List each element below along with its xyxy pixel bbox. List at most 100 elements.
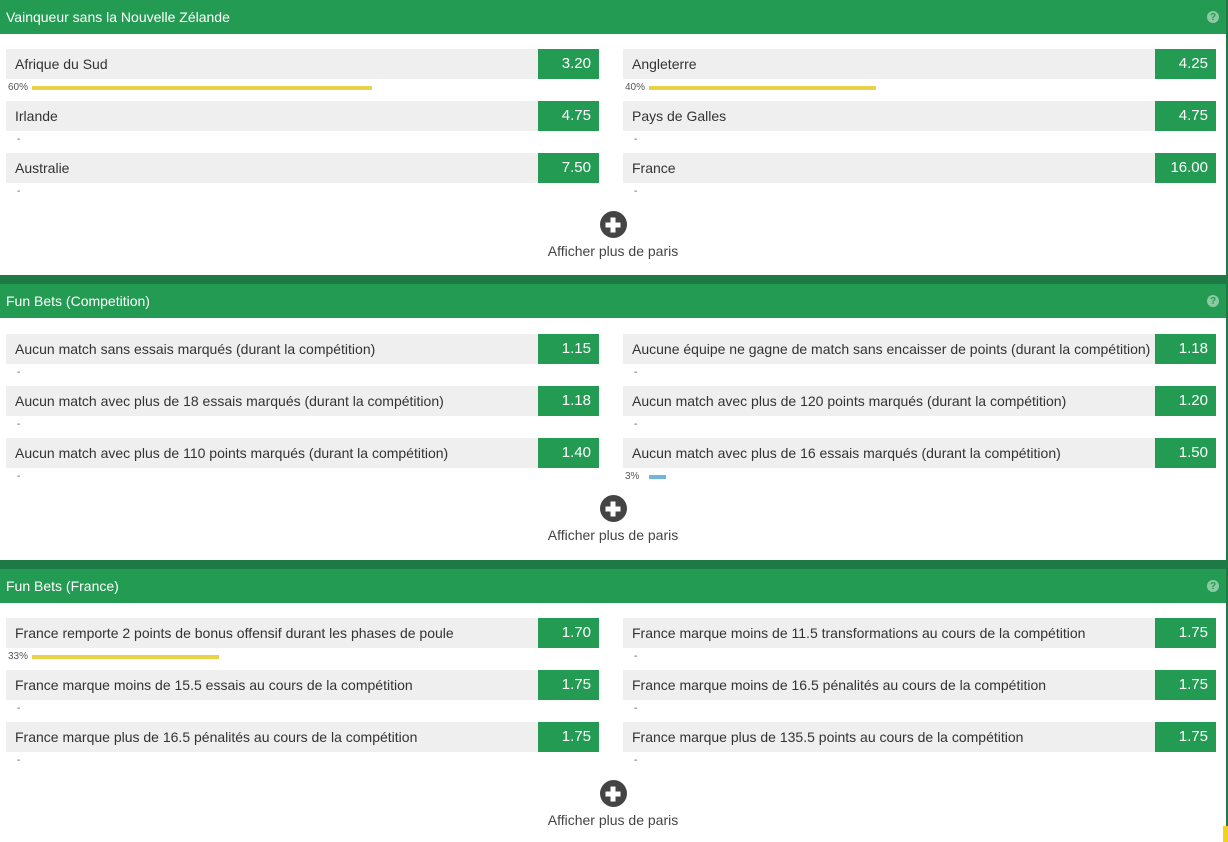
show-more-label[interactable]: Afficher plus de paris: [0, 527, 1226, 543]
bet-selection[interactable]: Aucun match avec plus de 18 essais marqu…: [6, 386, 599, 416]
bet-name: Aucun match avec plus de 18 essais marqu…: [6, 386, 538, 416]
bet-percentage: -: [634, 703, 638, 714]
section-body: Afrique du Sud 3.20 60% Irlande 4.75 - A…: [0, 34, 1226, 275]
odds-button[interactable]: 16.00: [1155, 153, 1216, 183]
odds-button[interactable]: 1.18: [1155, 334, 1216, 364]
bet-name: Aucune équipe ne gagne de match sans enc…: [623, 334, 1155, 364]
plus-circle-icon[interactable]: [599, 211, 627, 238]
odds-button[interactable]: 1.15: [538, 334, 599, 364]
odds-button[interactable]: 1.75: [1155, 722, 1216, 752]
odds-button[interactable]: 4.75: [1155, 101, 1216, 131]
bet-percentage: -: [634, 755, 638, 766]
section-title: Fun Bets (France): [6, 578, 119, 594]
bet-popularity: -: [6, 416, 599, 433]
bet-row: Aucun match avec plus de 110 points marq…: [6, 438, 599, 490]
bet-row: Aucun match avec plus de 18 essais marqu…: [6, 386, 599, 438]
bet-popularity: 33%: [6, 648, 599, 665]
bet-selection[interactable]: Aucun match avec plus de 120 points marq…: [623, 386, 1216, 416]
bet-popularity: -: [623, 648, 1216, 665]
odds-button[interactable]: 1.75: [1155, 670, 1216, 700]
section-header[interactable]: Fun Bets (France) ?: [0, 569, 1226, 603]
section-header[interactable]: Vainqueur sans la Nouvelle Zélande ?: [0, 0, 1226, 34]
bet-selection[interactable]: Australie 7.50: [6, 153, 599, 183]
bet-row: Aucun match avec plus de 120 points marq…: [623, 386, 1216, 438]
bet-selection[interactable]: France marque moins de 11.5 transformati…: [623, 618, 1216, 648]
bet-row: Australie 7.50 -: [6, 153, 599, 205]
popularity-bar: [32, 654, 219, 659]
question-circle-icon[interactable]: ?: [1207, 295, 1219, 307]
bet-selection[interactable]: France marque moins de 15.5 essais au co…: [6, 670, 599, 700]
question-circle-icon[interactable]: ?: [1207, 11, 1219, 23]
bet-selection[interactable]: Aucune équipe ne gagne de match sans enc…: [623, 334, 1216, 364]
bet-popularity: -: [6, 752, 599, 769]
odds-button[interactable]: 1.75: [1155, 618, 1216, 648]
bet-name: France marque plus de 16.5 pénalités au …: [6, 722, 538, 752]
bet-name: Pays de Galles: [623, 101, 1155, 131]
show-more-bets[interactable]: Afficher plus de paris: [0, 495, 1226, 543]
section-header[interactable]: Fun Bets (Competition) ?: [0, 284, 1226, 318]
plus-circle-icon[interactable]: [599, 780, 627, 807]
odds-button[interactable]: 1.75: [538, 722, 599, 752]
bet-popularity: -: [623, 183, 1216, 200]
bet-selection[interactable]: Angleterre 4.25: [623, 49, 1216, 79]
bet-selection[interactable]: Aucun match avec plus de 16 essais marqu…: [623, 438, 1216, 468]
odds-button[interactable]: 1.40: [538, 438, 599, 468]
odds-button[interactable]: 1.75: [538, 670, 599, 700]
odds-button[interactable]: 3.20: [538, 49, 599, 79]
bet-percentage: 33%: [8, 651, 29, 662]
plus-circle-icon[interactable]: [599, 495, 627, 522]
odds-button[interactable]: 1.18: [538, 386, 599, 416]
bet-popularity: -: [6, 131, 599, 148]
bet-percentage: 40%: [625, 82, 646, 93]
market-section-winner: Vainqueur sans la Nouvelle Zélande ? Afr…: [0, 0, 1226, 275]
odds-button[interactable]: 1.70: [538, 618, 599, 648]
bet-selection[interactable]: France 16.00: [623, 153, 1216, 183]
question-circle-icon[interactable]: ?: [1207, 580, 1219, 592]
bet-name: France marque moins de 15.5 essais au co…: [6, 670, 538, 700]
bet-percentage: -: [634, 419, 638, 430]
odds-button[interactable]: 4.25: [1155, 49, 1216, 79]
bet-popularity: -: [623, 364, 1216, 381]
odds-button[interactable]: 7.50: [538, 153, 599, 183]
show-more-label[interactable]: Afficher plus de paris: [0, 243, 1226, 259]
odds-button[interactable]: 1.20: [1155, 386, 1216, 416]
bet-popularity: -: [623, 131, 1216, 148]
bet-name: Aucun match avec plus de 110 points marq…: [6, 438, 538, 468]
show-more-label[interactable]: Afficher plus de paris: [0, 812, 1226, 828]
bet-selection[interactable]: Afrique du Sud 3.20: [6, 49, 599, 79]
bet-selection[interactable]: France marque plus de 16.5 pénalités au …: [6, 722, 599, 752]
bet-popularity: -: [623, 700, 1216, 717]
bet-selection[interactable]: France remporte 2 points de bonus offens…: [6, 618, 599, 648]
bet-popularity: -: [623, 752, 1216, 769]
show-more-bets[interactable]: Afficher plus de paris: [0, 780, 1226, 828]
bet-row: Pays de Galles 4.75 -: [623, 101, 1216, 153]
market-section-fun-bets-competition: Fun Bets (Competition) ? Aucun match san…: [0, 284, 1226, 560]
bet-selection[interactable]: Irlande 4.75: [6, 101, 599, 131]
bet-name: Irlande: [6, 101, 538, 131]
bet-row: France marque moins de 15.5 essais au co…: [6, 670, 599, 722]
bet-selection[interactable]: Pays de Galles 4.75: [623, 101, 1216, 131]
bet-row: France 16.00 -: [623, 153, 1216, 205]
section-body: France remporte 2 points de bonus offens…: [0, 603, 1226, 842]
market-section-fun-bets-france: Fun Bets (France) ? France remporte 2 po…: [0, 569, 1226, 842]
popularity-bar: [32, 85, 372, 90]
bet-name: Aucun match avec plus de 16 essais marqu…: [623, 438, 1155, 468]
bet-percentage: -: [634, 134, 638, 145]
bet-selection[interactable]: Aucun match sans essais marqués (durant …: [6, 334, 599, 364]
bet-popularity: 3%: [623, 468, 1216, 485]
show-more-bets[interactable]: Afficher plus de paris: [0, 211, 1226, 259]
bet-row: Aucun match avec plus de 16 essais marqu…: [623, 438, 1216, 490]
bet-row: Aucun match sans essais marqués (durant …: [6, 334, 599, 386]
bet-selection[interactable]: France marque moins de 16.5 pénalités au…: [623, 670, 1216, 700]
bet-name: France marque moins de 16.5 pénalités au…: [623, 670, 1155, 700]
corner-marker: [1223, 826, 1228, 842]
bet-selection[interactable]: Aucun match avec plus de 110 points marq…: [6, 438, 599, 468]
bet-popularity: -: [623, 416, 1216, 433]
odds-button[interactable]: 4.75: [538, 101, 599, 131]
bet-name: France marque moins de 11.5 transformati…: [623, 618, 1155, 648]
bet-popularity: -: [6, 468, 599, 485]
bet-name: Aucun match avec plus de 120 points marq…: [623, 386, 1155, 416]
bet-selection[interactable]: France marque plus de 135.5 points au co…: [623, 722, 1216, 752]
bet-percentage: -: [17, 134, 21, 145]
odds-button[interactable]: 1.50: [1155, 438, 1216, 468]
